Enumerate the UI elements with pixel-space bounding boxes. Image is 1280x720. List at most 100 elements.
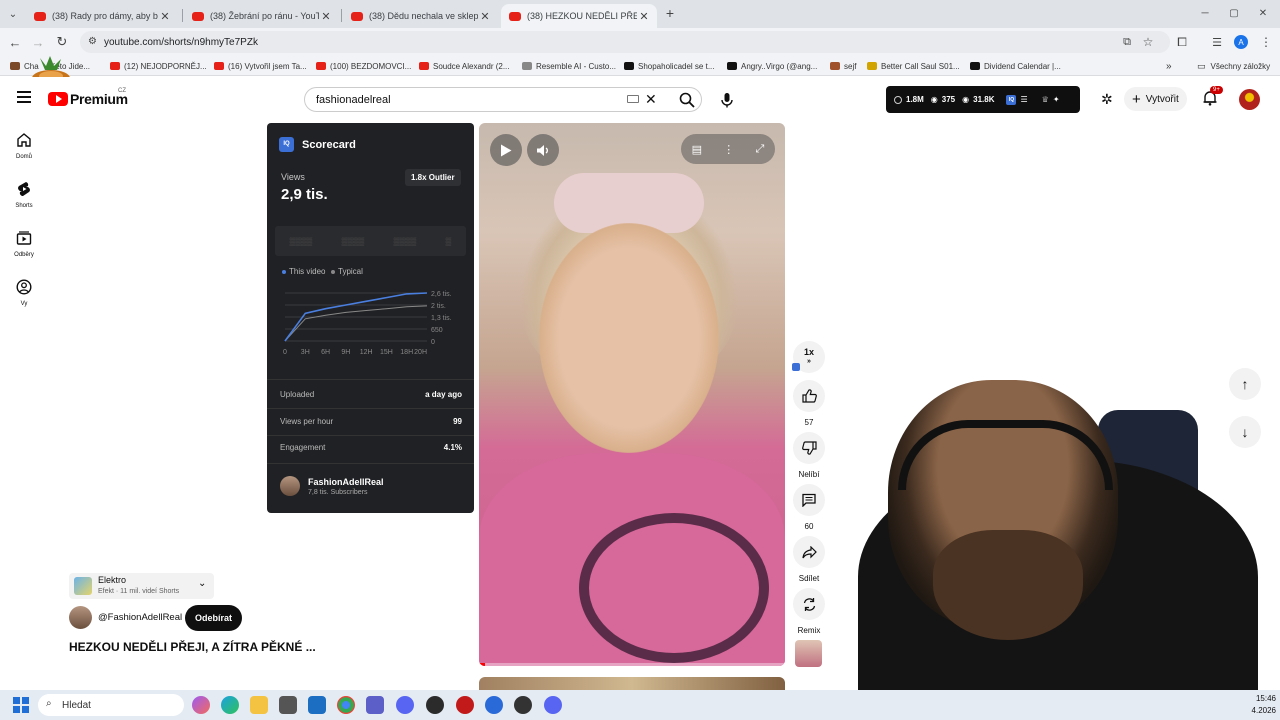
site-info-icon[interactable]: ⚙ [88,36,97,47]
hamburger-menu-icon[interactable] [17,91,31,103]
profile-avatar[interactable]: A [1232,33,1250,51]
youtube-premium-logo[interactable]: Premium CZ [48,88,128,107]
clear-search-icon[interactable]: ✕ [645,91,657,108]
bookmark-item[interactable]: Better Call Saul S01... [867,59,960,73]
back-arrow-icon[interactable]: ← [6,33,24,51]
voice-search-button[interactable] [715,88,739,112]
edge-icon[interactable] [221,696,239,714]
bookmark-item[interactable]: (100) BEZDOMOVCI... [316,59,411,73]
address-bar[interactable]: ⚙ youtube.com/shorts/n9hmyTe7PZk [80,31,1170,53]
bookmark-favicon-icon [867,62,877,70]
browser-tab[interactable]: (38) Žebrání po ránu - YouTube ✕ [184,4,339,28]
close-tab-icon[interactable]: ✕ [478,10,492,23]
sparkle-icon[interactable]: ✦ [1053,95,1060,104]
bookmark-item[interactable]: Dividend Calendar |... [970,59,1061,73]
nav-subscriptions[interactable]: Odběry [0,230,48,258]
nav-home[interactable]: Domů [0,132,48,160]
account-avatar[interactable] [1239,89,1260,110]
tab-search-chevron-icon[interactable]: ⌄ [4,5,22,23]
app-icon[interactable] [396,696,414,714]
notifications-button[interactable]: 9+ [1202,86,1223,108]
bookmark-item[interactable]: Shopaholicadel se t... [624,59,715,73]
next-video-preview[interactable] [479,677,785,691]
copilot-icon[interactable] [192,696,210,714]
browser-tab[interactable]: (38) Rady pro dámy, aby byly k ✕ [26,4,178,28]
effect-chip[interactable]: Elektro Efekt · 11 mil. videí Shorts ⌄ [69,573,214,599]
minimize-window-icon[interactable]: ─ [1196,4,1214,22]
taskbar-search[interactable]: ⌕ Hledat [38,694,184,716]
sound-source-thumbnail[interactable] [795,640,822,667]
share-button[interactable]: Sdílet [793,536,825,583]
scorecard-channel[interactable]: FashionAdellReal 7,8 tis. Subscribers [280,476,384,496]
system-clock[interactable]: 15:46 4.2026 [1236,693,1280,717]
author-handle[interactable]: @FashionAdellReal [98,612,182,623]
browser-tab-active[interactable]: (38) HEZKOU NEDĚLI PŘEJI, A Z ✕ [501,4,657,28]
search-input[interactable]: fashionadelreal [316,94,391,106]
word-app-icon[interactable] [426,696,444,714]
install-app-icon[interactable]: ⧉ [1118,33,1136,51]
new-tab-plus-icon[interactable]: + [661,4,679,22]
bookmark-item[interactable]: Angry..Virgo (@ang... [727,59,817,73]
youtube-favicon-icon [351,11,363,21]
video-progress-bar[interactable] [479,663,785,666]
forward-arrow-icon[interactable]: → [29,33,47,51]
teams-icon[interactable] [366,696,384,714]
file-explorer-icon[interactable] [250,696,268,714]
remix-button[interactable]: Remix [793,588,825,635]
keyboard-icon[interactable] [627,95,639,103]
bookmark-item[interactable]: (16) Vytvořil jsem Ta... [214,59,307,73]
playback-speed-button[interactable]: 1x» [793,341,825,379]
bookmark-item[interactable]: Resemble AI - Custo... [522,59,616,73]
restore-window-icon[interactable]: ▢ [1225,4,1243,22]
bookmark-item[interactable]: Soudce Alexandr (2... [419,59,510,73]
chevron-down-icon[interactable]: ⌄ [198,578,206,589]
extensions-puzzle-icon[interactable]: ⧠ [1173,33,1191,51]
app-icon[interactable] [485,696,503,714]
steam-icon[interactable] [514,696,532,714]
shorts-video-player[interactable]: ▤ ⋮ ⤢ [479,123,785,666]
captions-icon[interactable]: ▤ [692,143,702,156]
like-button[interactable]: 57 [793,380,825,427]
search-box[interactable]: fashionadelreal ✕ [304,87,702,112]
comments-button[interactable]: 60 [793,484,825,531]
video-author[interactable]: @FashionAdellReal [69,606,182,629]
chrome-icon[interactable] [337,696,355,714]
nav-you[interactable]: Vy [0,279,48,307]
reload-icon[interactable]: ↻ [53,33,71,51]
all-bookmarks-folder[interactable]: ▭ Všechny záložky [1197,59,1270,73]
author-avatar[interactable] [69,606,92,629]
extension-stats-bar[interactable]: 1.8M ◉ 375 ◉ 31.8K IQ ☰ ♕ ✦ [886,86,1080,113]
locked-metrics-row[interactable]: ▒▒▒▒ ▒▒▒▒ ▒▒▒▒ ▒ [275,226,466,256]
more-bookmarks-chevron-icon[interactable]: » [1166,59,1172,73]
more-options-icon[interactable]: ⋮ [723,143,734,156]
browser-menu-kebab-icon[interactable]: ⋮ [1257,33,1275,51]
shorts-icon [18,182,30,197]
store-icon[interactable] [279,696,297,714]
browser-tab[interactable]: (38) Dědu nechala ve sklepě - Y ✕ [343,4,498,28]
windows-start-icon[interactable] [13,697,29,713]
dislike-button[interactable]: Nelíbí [793,432,825,479]
list-icon[interactable]: ☰ [1020,95,1027,104]
discord-icon[interactable] [544,696,562,714]
close-tab-icon[interactable]: ✕ [319,10,333,23]
trophy-icon[interactable]: ♕ [1042,95,1049,104]
fullscreen-icon[interactable]: ⤢ [756,143,765,156]
bookmark-star-icon[interactable]: ☆ [1139,33,1157,51]
video-title[interactable]: HEZKOU NEDĚLI PŘEJI, A ZÍTRA PĚKNÉ ... [69,640,316,654]
outlook-icon[interactable] [308,696,326,714]
nav-shorts[interactable]: Shorts [0,181,48,209]
app-icon[interactable] [456,696,474,714]
volume-icon [537,144,548,156]
extension-pinwheel-icon[interactable]: ✲ [1101,91,1113,108]
subscribe-button[interactable]: Odebírat [185,605,242,631]
mute-button[interactable] [527,134,559,166]
play-button[interactable] [490,134,522,166]
search-button[interactable] [673,89,701,110]
create-button[interactable]: + Vytvořit [1124,87,1187,111]
tab-strip-menu-icon[interactable]: ☰ [1208,33,1226,51]
close-tab-icon[interactable]: ✕ [158,10,172,23]
bookmark-item[interactable]: (12) NEJODPORNĚJ... [110,59,207,73]
close-window-icon[interactable]: ✕ [1254,4,1272,22]
bookmark-item[interactable]: sejf [830,59,856,73]
close-tab-icon[interactable]: ✕ [637,10,651,23]
